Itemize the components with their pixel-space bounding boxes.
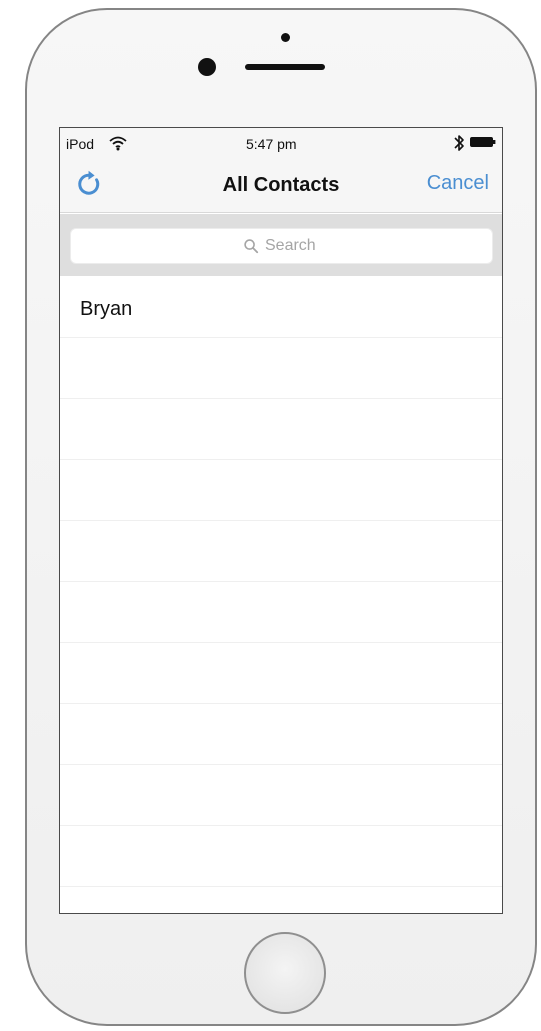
search-field[interactable] (70, 228, 493, 264)
navigation-bar: All Contacts Cancel (60, 158, 502, 213)
wifi-icon (109, 136, 127, 151)
empty-contact-row (60, 765, 502, 826)
empty-contact-row (60, 521, 502, 582)
contact-name: Bryan (80, 298, 133, 320)
status-time: 5:47 pm (246, 136, 297, 152)
search-icon (244, 239, 259, 254)
cancel-button[interactable]: Cancel (427, 172, 489, 195)
speaker-grille (245, 64, 325, 70)
refresh-icon (78, 170, 100, 195)
status-bar: iPod 5:47 pm (60, 128, 502, 158)
empty-contact-row (60, 460, 502, 521)
search-input[interactable] (265, 236, 385, 256)
empty-contact-row (60, 338, 502, 399)
refresh-button[interactable] (75, 167, 109, 201)
empty-contact-row (60, 826, 502, 887)
search-bar-container (60, 214, 502, 276)
bluetooth-icon (454, 135, 464, 151)
proximity-sensor-dot (281, 33, 290, 42)
empty-contact-row (60, 399, 502, 460)
empty-contact-row (60, 643, 502, 704)
home-button[interactable] (244, 932, 326, 1014)
contact-list: Bryan (60, 277, 502, 913)
front-camera-icon (198, 58, 216, 76)
battery-icon (470, 137, 496, 147)
carrier-label: iPod (66, 136, 95, 152)
empty-contact-row (60, 704, 502, 765)
device-screen: iPod 5:47 pm All Contacts Cancel Search … (59, 127, 503, 914)
empty-contact-row (60, 582, 502, 643)
page: iPod 5:47 pm All Contacts Cancel Search … (0, 0, 541, 1031)
contact-row-bryan[interactable]: Bryan (60, 277, 502, 338)
